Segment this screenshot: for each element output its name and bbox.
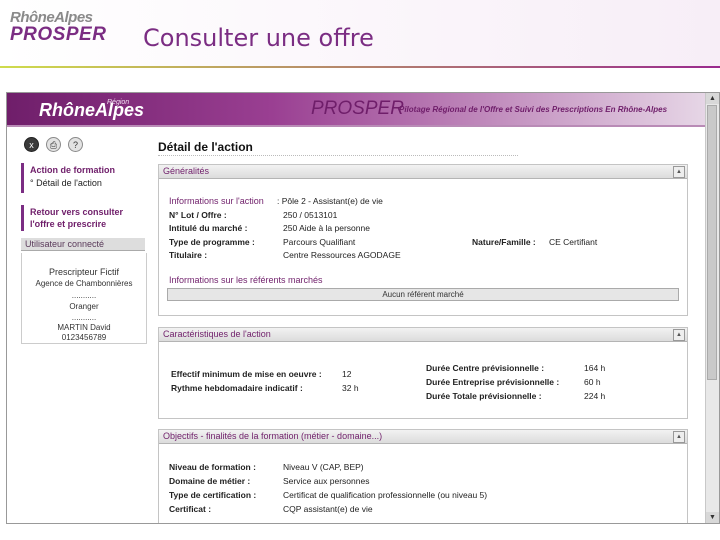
banner-tagline: Pilotage Régional de l'Offre et Suivi de… xyxy=(399,105,668,114)
scrollbar-thumb[interactable] xyxy=(707,105,717,380)
section-caracteristiques: Caractéristiques de l'action ▲ Effectif … xyxy=(158,327,688,419)
back-link-line1[interactable]: Retour vers consulter xyxy=(30,207,123,217)
rythme-label: Rythme hebdomadaire indicatif : xyxy=(171,383,303,393)
duree-entreprise-value: 60 h xyxy=(584,377,601,387)
back-link-line2[interactable]: l'offre et prescrire xyxy=(30,219,106,229)
user-name-line: Oranger xyxy=(69,302,99,311)
connected-user-box: Prescripteur Fictif Agence de Chambonniè… xyxy=(21,253,147,344)
effectif-value: 12 xyxy=(342,369,352,379)
user-separator: ........... xyxy=(71,313,97,322)
nav-back-box: Retour vers consulter l'offre et prescri… xyxy=(21,205,143,231)
referents-heading: Informations sur les référents marchés xyxy=(169,275,323,285)
titulaire-value: Centre Ressources AGODAGE xyxy=(283,250,401,260)
nav-accent-bar xyxy=(21,205,24,231)
nav-item-detail-action[interactable]: ° Détail de l'action xyxy=(30,178,102,188)
type-programme-value: Parcours Qualifiant xyxy=(283,237,356,247)
duree-totale-value: 224 h xyxy=(584,391,606,401)
app-banner: RhôneAlpes Région PROSPER Pilotage Régio… xyxy=(7,93,705,125)
lot-label: N° Lot / Offre : xyxy=(169,210,227,220)
section-generalites: Généralités ▲ Informations sur l'action … xyxy=(158,164,688,316)
intitule-value: 250 Aide à la personne xyxy=(283,223,370,233)
domaine-label: Domaine de métier : xyxy=(169,476,251,486)
effectif-label: Effectif minimum de mise en oeuvre : xyxy=(171,369,322,379)
duree-centre-label: Durée Centre prévisionnelle : xyxy=(426,363,545,373)
lot-value: 250 / 0513101 xyxy=(283,210,338,220)
intitule-label: Intitulé du marché : xyxy=(169,223,248,233)
nav-item-action-formation[interactable]: Action de formation xyxy=(30,165,115,175)
app-screenshot: RhôneAlpes Région PROSPER Pilotage Régio… xyxy=(6,92,720,524)
user-agency: Agence de Chambonnières xyxy=(35,279,133,288)
niveau-value: Niveau V (CAP, BEP) xyxy=(283,462,364,472)
user-phone: 0123456789 xyxy=(61,333,107,342)
collapse-icon[interactable]: ▲ xyxy=(673,166,685,178)
titulaire-label: Titulaire : xyxy=(169,250,208,260)
slide-divider xyxy=(0,66,720,68)
nav-action-box: Action de formation ° Détail de l'action xyxy=(21,163,143,193)
scroll-down-icon[interactable]: ▼ xyxy=(706,512,719,523)
title-divider xyxy=(158,155,518,156)
duree-entreprise-label: Durée Entreprise prévisionnelle : xyxy=(426,377,560,387)
help-icon[interactable]: ? xyxy=(68,137,83,152)
user-role: Prescripteur Fictif xyxy=(48,267,119,277)
niveau-label: Niveau de formation : xyxy=(169,462,256,472)
banner-app-name: PROSPER xyxy=(311,98,404,119)
connected-user-header: Utilisateur connecté xyxy=(21,238,145,251)
banner-region-sup: Région xyxy=(107,99,130,106)
banner-divider xyxy=(7,125,705,127)
duree-totale-label: Durée Totale prévisionnelle : xyxy=(426,391,542,401)
scroll-up-icon[interactable]: ▲ xyxy=(706,93,719,104)
info-action-heading: Informations sur l'action xyxy=(169,196,264,206)
type-programme-label: Type de programme : xyxy=(169,237,255,247)
section-title: Caractéristiques de l'action xyxy=(163,329,271,339)
section-header: Généralités ▲ xyxy=(159,165,687,179)
slide-title: Consulter une offre xyxy=(143,24,374,52)
pole-value: : Pôle 2 - Assistant(e) de vie xyxy=(277,196,383,206)
section-header: Objectifs - finalités de la formation (m… xyxy=(159,430,687,444)
page-title: Détail de l'action xyxy=(158,140,253,154)
section-title: Généralités xyxy=(163,166,210,176)
nature-value: CE Certifiant xyxy=(549,237,598,247)
certificat-label: Certificat : xyxy=(169,504,212,514)
slide-header: RhôneAlpes PROSPER Consulter une offre xyxy=(0,0,720,66)
certificat-value: CQP assistant(e) de vie xyxy=(283,504,373,514)
no-referent-bar: Aucun référent marché xyxy=(167,288,679,301)
nature-label: Nature/Famille : xyxy=(472,237,536,247)
nav-accent-bar xyxy=(21,163,24,193)
slide-logo-prosper: PROSPER xyxy=(10,24,107,45)
duree-centre-value: 164 h xyxy=(584,363,606,373)
print-icon[interactable]: ⎙ xyxy=(46,137,61,152)
collapse-icon[interactable]: ▲ xyxy=(673,329,685,341)
type-certification-label: Type de certification : xyxy=(169,490,257,500)
vertical-scrollbar[interactable]: ▲ ▼ xyxy=(705,93,719,523)
section-objectifs: Objectifs - finalités de la formation (m… xyxy=(158,429,688,523)
rythme-value: 32 h xyxy=(342,383,359,393)
user-separator: ........... xyxy=(71,291,97,300)
collapse-icon[interactable]: ▲ xyxy=(673,431,685,443)
close-button[interactable]: x xyxy=(24,137,39,152)
user-contact-name: MARTIN David xyxy=(57,323,111,332)
section-header: Caractéristiques de l'action ▲ xyxy=(159,328,687,342)
section-title: Objectifs - finalités de la formation (m… xyxy=(163,431,383,441)
type-certification-value: Certificat de qualification professionne… xyxy=(283,490,488,500)
domaine-value: Service aux personnes xyxy=(283,476,370,486)
